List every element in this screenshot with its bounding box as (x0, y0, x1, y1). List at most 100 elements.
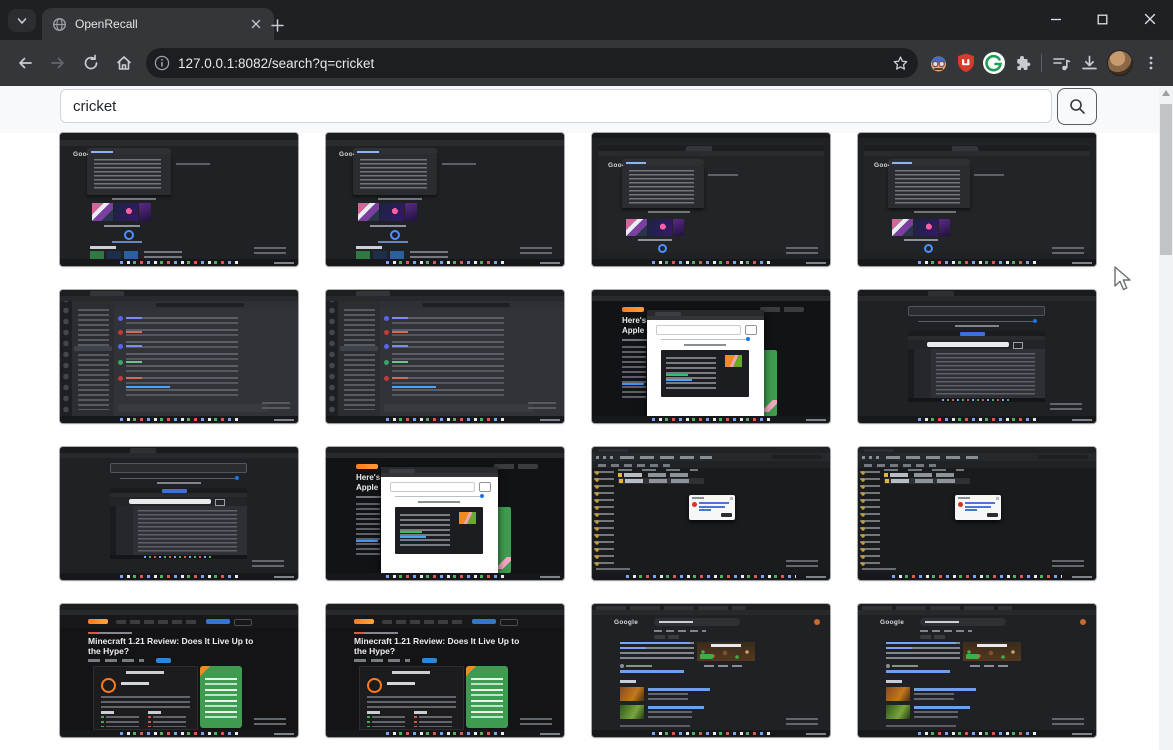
thumb-art (914, 349, 931, 398)
thumb-art (914, 211, 956, 213)
screenshot-result-3[interactable]: Google (592, 133, 830, 266)
extension-disguise-face[interactable] (924, 49, 952, 77)
thumb-art (620, 456, 712, 459)
mini-headline: Here's (356, 474, 380, 482)
mini-taskbar (326, 259, 564, 266)
thumb-art (914, 693, 954, 700)
screenshot-result-7[interactable]: Here's Apple (592, 290, 830, 423)
mini-video-thumb (620, 687, 644, 701)
profile-avatar[interactable] (1107, 50, 1133, 76)
media-controls-button[interactable] (1047, 49, 1075, 77)
extensions-puzzle-button[interactable] (1008, 49, 1036, 77)
thumb-art (977, 644, 1007, 647)
thumb-art (144, 251, 182, 259)
window-maximize-button[interactable] (1079, 0, 1126, 38)
mini-cricket-image (673, 219, 684, 236)
puzzle-icon (1013, 54, 1031, 72)
screenshot-result-8[interactable] (858, 290, 1096, 423)
thumb-art (414, 711, 427, 714)
tab-close-icon[interactable] (248, 16, 264, 32)
mini-file-row (618, 473, 696, 477)
mini-article-text (356, 503, 380, 557)
browser-tab-openrecall[interactable]: OpenRecall (42, 8, 274, 40)
thumb-art (914, 688, 976, 691)
screenshot-result-5[interactable] (60, 290, 298, 423)
screenshot-result-12[interactable] (858, 447, 1096, 580)
screenshot-result-16[interactable]: Google (858, 604, 1096, 737)
mini-result-link (620, 670, 684, 673)
thumb-art (121, 682, 149, 685)
thumb-art (138, 510, 237, 552)
plus-icon (271, 19, 284, 32)
downloads-button[interactable] (1075, 49, 1103, 77)
thumb-art (895, 170, 960, 204)
mini-search-field (110, 463, 247, 473)
mini-channel-sidebar (72, 301, 114, 416)
globe-favicon-icon (52, 17, 67, 32)
screenshot-result-9[interactable] (60, 447, 298, 580)
thumb-art (234, 619, 252, 626)
thumb-art (684, 344, 726, 346)
reload-button[interactable] (74, 47, 107, 80)
mini-popup-search-button (745, 325, 757, 335)
tab-search-button[interactable] (8, 9, 36, 32)
thumb-art (378, 198, 422, 200)
thumb-art (112, 198, 156, 200)
scrollbar-thumb[interactable] (1160, 104, 1172, 255)
thumb-art (112, 241, 142, 243)
mini-dialog-ok-button (721, 513, 732, 518)
scrollbar-up-arrow[interactable] (1162, 90, 1170, 96)
mini-nav-cta (206, 619, 230, 624)
window-minimize-button[interactable] (1032, 0, 1079, 38)
screenshot-result-11[interactable] (592, 447, 830, 580)
mini-cricket-image (358, 203, 379, 221)
mini-nested-url-bar (598, 151, 824, 156)
mini-file-row (884, 473, 962, 477)
bookmark-star-button[interactable] (886, 49, 914, 77)
mini-minecraft-banner (697, 642, 755, 661)
mini-openrecall-popup (647, 310, 764, 418)
mini-cricket-image (648, 219, 672, 236)
screenshot-result-10[interactable]: Here's Apple (326, 447, 564, 580)
new-tab-button[interactable] (264, 12, 290, 38)
screenshot-result-4[interactable]: Google (858, 133, 1096, 266)
window-close-button[interactable] (1126, 0, 1173, 38)
thumb-art (157, 482, 201, 484)
mini-url-bar (858, 610, 1096, 615)
mini-more-button (124, 230, 134, 240)
page-scrollbar[interactable] (1159, 86, 1173, 750)
screenshot-result-13[interactable]: Minecraft 1.21 Review: Does It Live Up t… (60, 604, 298, 737)
mini-watermark (786, 560, 818, 567)
search-input[interactable] (60, 89, 1052, 123)
thumb-art (936, 353, 1035, 395)
screenshot-result-15[interactable]: Google (592, 604, 830, 737)
screenshot-result-14[interactable]: Minecraft 1.21 Review: Does It Live Up t… (326, 604, 564, 737)
screenshot-result-2[interactable]: Google (326, 133, 564, 266)
mini-timeline-slider (120, 478, 238, 479)
address-bar[interactable]: 127.0.0.1:8082/search?q=cricket (146, 48, 918, 78)
browser-menu-button[interactable] (1137, 49, 1165, 77)
extension-grammarly[interactable] (980, 49, 1008, 77)
screenshot-result-1[interactable]: Google (60, 133, 298, 266)
thumb-art (619, 479, 697, 483)
mini-search-pill (654, 618, 740, 626)
mini-openrecall-popup (381, 467, 498, 575)
mini-avatar (384, 316, 389, 321)
download-icon (1080, 54, 1099, 73)
mini-timeline-slider (661, 339, 749, 340)
mini-watermark (786, 247, 818, 254)
mini-explorer-sidebar (594, 471, 614, 568)
screen: OpenRecall (0, 0, 1173, 750)
thumb-art (862, 456, 880, 459)
screenshot-result-6[interactable] (326, 290, 564, 423)
mini-site-logo (88, 619, 108, 624)
home-icon (115, 54, 133, 72)
forward-button[interactable] (41, 47, 74, 80)
home-button[interactable] (107, 47, 140, 80)
site-info-icon[interactable] (154, 55, 170, 71)
back-button[interactable] (8, 47, 41, 80)
extension-ublock-origin[interactable] (952, 49, 980, 77)
search-button[interactable] (1057, 88, 1097, 125)
thumb-art (699, 506, 725, 508)
mini-sidebar-card (762, 350, 777, 416)
